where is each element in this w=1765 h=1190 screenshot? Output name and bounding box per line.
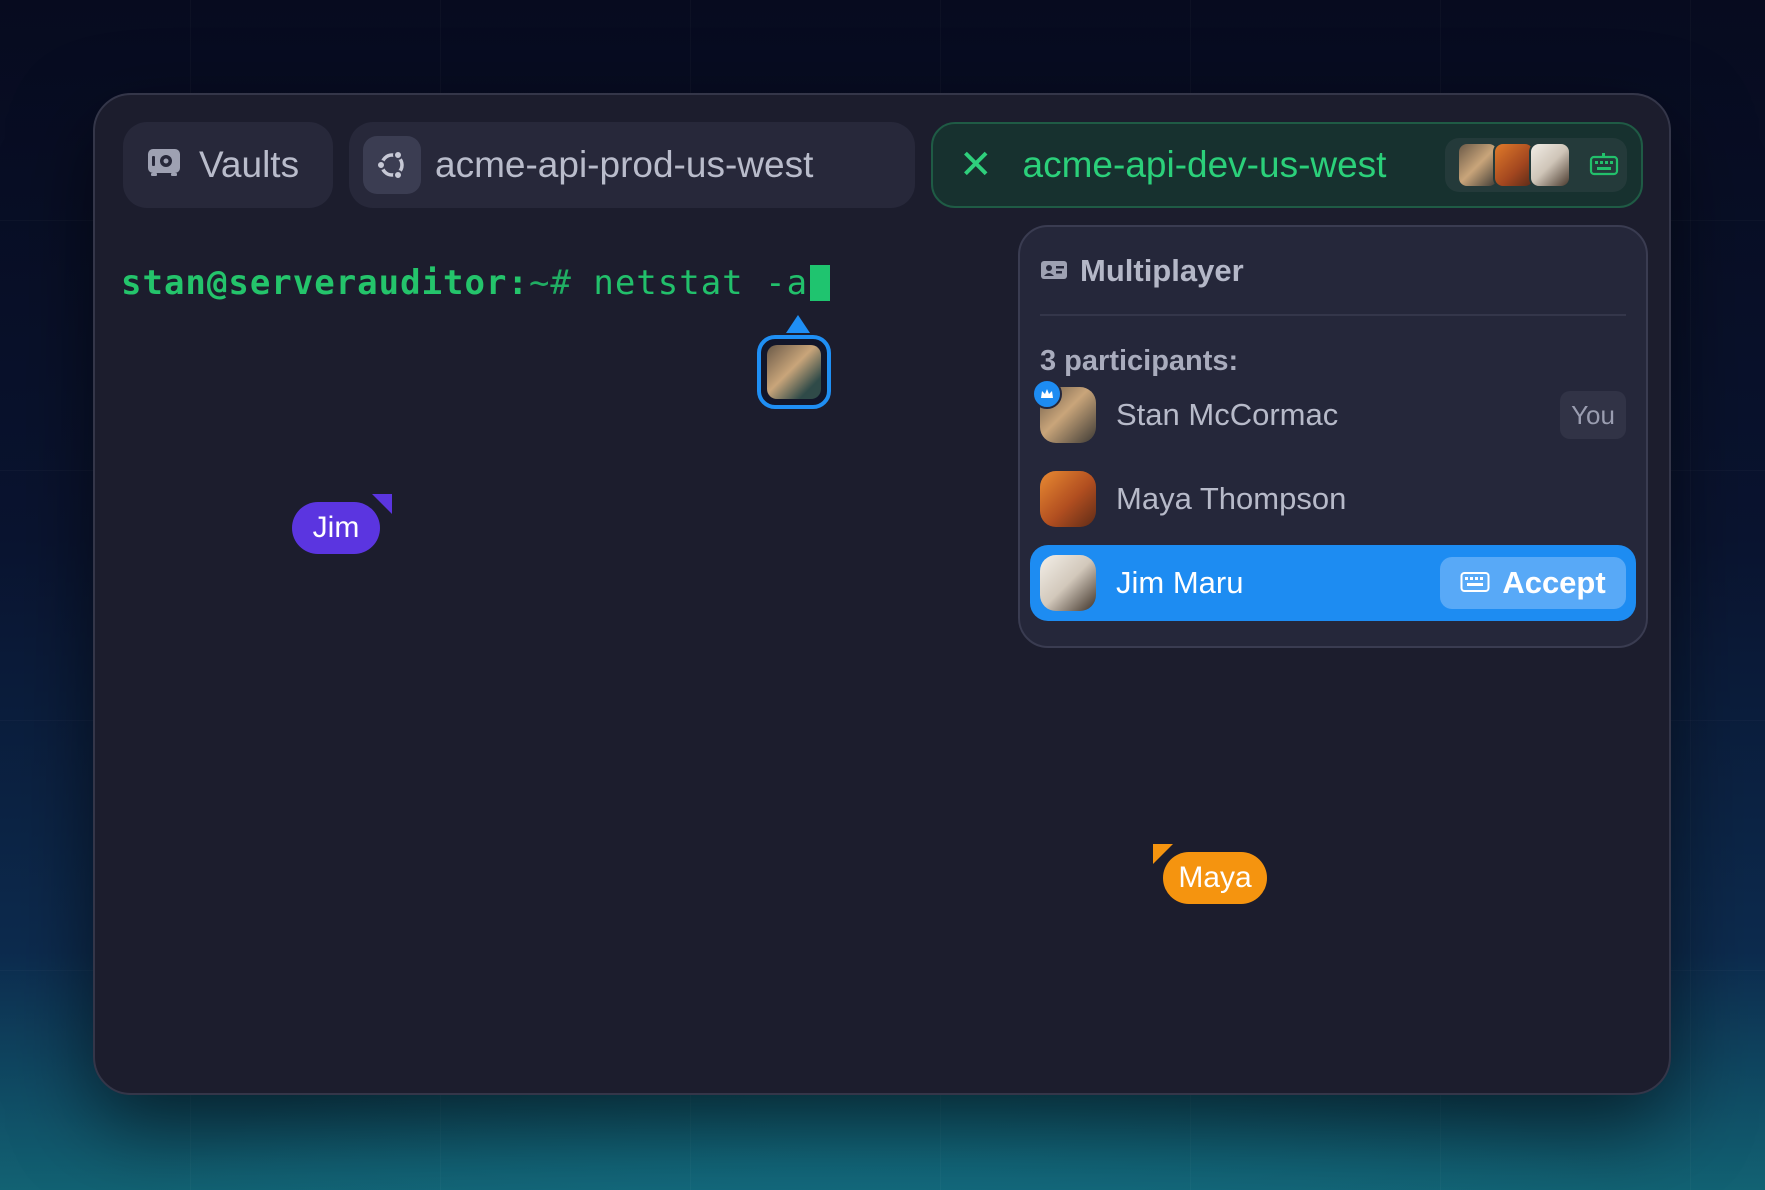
participant-row-maya[interactable]: Maya Thompson bbox=[1030, 461, 1636, 537]
participants-count: 3 participants: bbox=[1040, 345, 1239, 377]
multiplayer-avatars-button[interactable] bbox=[1445, 138, 1627, 192]
jim-cursor-label: Jim bbox=[312, 511, 360, 544]
keyboard-icon bbox=[1460, 565, 1490, 601]
tab-dev-label: acme-api-dev-us-west bbox=[1022, 144, 1387, 185]
avatar bbox=[1032, 379, 1096, 443]
participant-name: Stan McCormac bbox=[1116, 397, 1339, 432]
terminal-command: netstat -a bbox=[593, 263, 809, 303]
avatar bbox=[767, 345, 821, 399]
text-cursor bbox=[810, 265, 831, 301]
terminal-window: Vaults acme-api-prod-us-west ✕ acme-api-… bbox=[93, 93, 1671, 1095]
crown-icon bbox=[1032, 379, 1062, 409]
multiplayer-panel: Multiplayer 3 participants: Stan McCorma… bbox=[1018, 225, 1648, 648]
maya-cursor-flag: Maya bbox=[1153, 844, 1267, 904]
participant-row-stan[interactable]: Stan McCormac You bbox=[1030, 377, 1636, 453]
participant-name: Maya Thompson bbox=[1116, 481, 1347, 516]
participant-name: Jim Maru bbox=[1116, 565, 1244, 600]
jim-cursor-flag: Jim bbox=[292, 494, 392, 554]
participant-row-jim[interactable]: Jim Maru Accept bbox=[1030, 545, 1636, 621]
tab-vaults-label: Vaults bbox=[199, 144, 300, 185]
multiplayer-icon bbox=[1040, 253, 1068, 289]
avatar bbox=[1040, 555, 1096, 611]
cursor-pointer-icon bbox=[1153, 844, 1173, 864]
tab-acme-api-prod[interactable]: acme-api-prod-us-west bbox=[349, 122, 915, 208]
prompt-user-host: stan@serverauditor: bbox=[121, 263, 529, 303]
multiplayer-header: Multiplayer bbox=[1040, 227, 1626, 316]
tab-vaults[interactable]: Vaults bbox=[123, 122, 333, 208]
accept-label: Accept bbox=[1502, 565, 1606, 600]
multiplayer-title: Multiplayer bbox=[1080, 252, 1244, 288]
tab-acme-api-dev[interactable]: ✕ acme-api-dev-us-west bbox=[931, 122, 1643, 208]
stan-cursor-avatar bbox=[757, 315, 831, 409]
vault-icon bbox=[147, 144, 181, 186]
ubuntu-icon bbox=[363, 136, 421, 194]
keyboard-icon bbox=[1589, 144, 1619, 186]
avatar bbox=[1529, 142, 1571, 188]
prompt-path: ~# bbox=[528, 263, 594, 303]
accept-button[interactable]: Accept bbox=[1440, 557, 1626, 609]
you-badge: You bbox=[1560, 391, 1626, 439]
maya-cursor-label: Maya bbox=[1178, 861, 1252, 894]
terminal-prompt[interactable]: stan@serverauditor: ~# netstat -a bbox=[121, 263, 831, 303]
avatar bbox=[1040, 471, 1096, 527]
tab-prod-label: acme-api-prod-us-west bbox=[435, 144, 814, 185]
close-icon[interactable]: ✕ bbox=[959, 145, 993, 185]
cursor-pointer-icon bbox=[372, 494, 392, 514]
